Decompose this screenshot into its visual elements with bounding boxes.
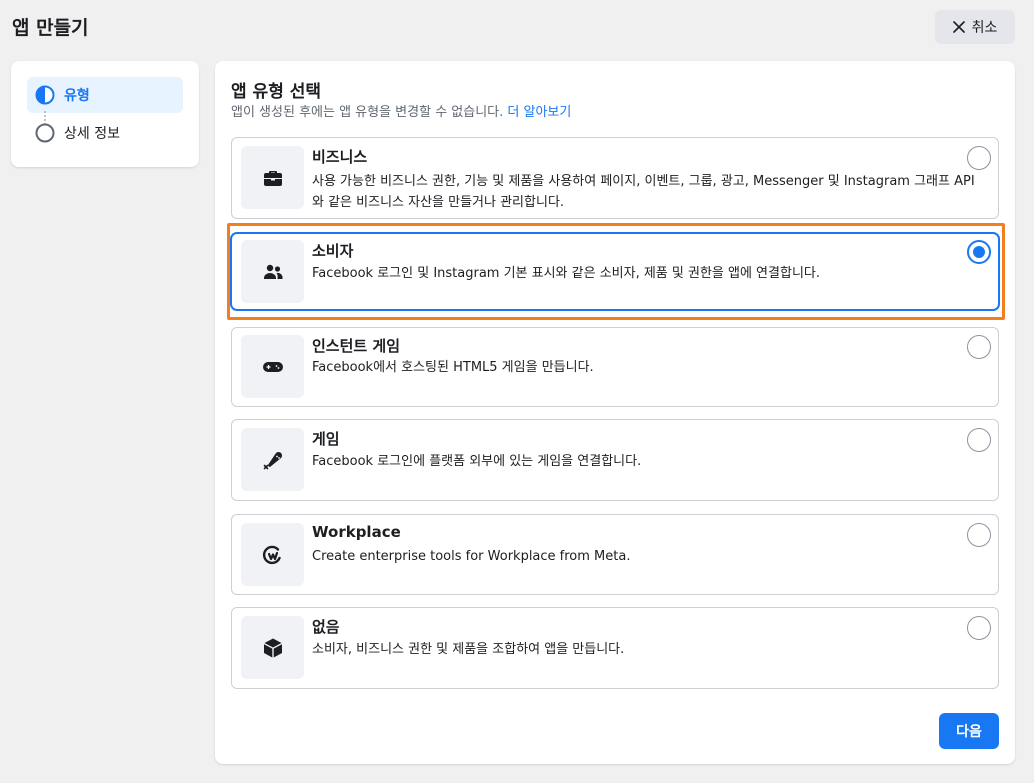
app-type-card: 앱 유형 선택 앱이 생성된 후에는 앱 유형을 변경할 수 없습니다. 더 알… (215, 61, 1015, 764)
close-icon (952, 21, 965, 33)
option-title: 인스턴트 게임 (312, 337, 401, 355)
stepper: 유형 상세 정보 (11, 61, 199, 167)
option-description: 사용 가능한 비즈니스 권한, 기능 및 제품을 사용하여 페이지, 이벤트, … (312, 174, 975, 210)
step-type[interactable]: 유형 (27, 77, 183, 113)
option-consumer[interactable]: 소비자 Facebook 로그인 및 Instagram 기본 표시와 같은 소… (231, 233, 999, 310)
page-title: 앱 만들기 (12, 17, 89, 39)
option-radio[interactable] (967, 335, 991, 359)
option-icon-box (241, 428, 304, 491)
cancel-button[interactable]: 취소 (935, 10, 1015, 44)
option-icon-box (241, 240, 304, 303)
step-details-label: 상세 정보 (64, 126, 120, 142)
option-description: Facebook 로그인에 플랫폼 외부에 있는 게임을 연결합니다. (312, 454, 642, 469)
section-title: 앱 유형 선택 (231, 82, 322, 102)
step-type-label: 유형 (64, 88, 90, 104)
option-radio[interactable] (967, 523, 991, 547)
option-description: Create enterprise tools for Workplace fr… (312, 549, 631, 564)
option-games[interactable]: 게임 Facebook 로그인에 플랫폼 외부에 있는 게임을 연결합니다. (231, 419, 999, 501)
option-icon-box (241, 523, 304, 586)
option-description: 소비자, 비즈니스 권한 및 제품을 조합하여 앱을 만듭니다. (312, 642, 625, 657)
option-title: 소비자 (312, 242, 354, 260)
cube-icon (263, 638, 282, 657)
cancel-label: 취소 (971, 20, 998, 36)
option-radio[interactable] (967, 616, 991, 640)
option-title: Workplace (312, 523, 401, 541)
option-radio[interactable] (967, 240, 991, 264)
option-business[interactable]: 비즈니스 사용 가능한 비즈니스 권한, 기능 및 제품을 사용하여 페이지, … (231, 137, 999, 219)
section-subtitle: 앱이 생성된 후에는 앱 유형을 변경할 수 없습니다. 더 알아보기 (231, 101, 571, 120)
subtitle-text: 앱이 생성된 후에는 앱 유형을 변경할 수 없습니다. (231, 105, 504, 120)
half-circle-icon (35, 85, 55, 105)
option-radio[interactable] (967, 428, 991, 452)
option-workplace[interactable]: Workplace Create enterprise tools for Wo… (231, 514, 999, 595)
option-icon-box (241, 616, 304, 679)
option-title: 없음 (312, 618, 340, 636)
briefcase-icon (263, 170, 282, 186)
gamepad-icon (262, 361, 283, 372)
option-description: Facebook 로그인 및 Instagram 기본 표시와 같은 소비자, … (312, 266, 820, 281)
option-none[interactable]: 없음 소비자, 비즈니스 권한 및 제품을 조합하여 앱을 만듭니다. (231, 607, 999, 689)
option-radio[interactable] (967, 146, 991, 170)
option-icon-box (241, 146, 304, 209)
option-description: Facebook에서 호스팅된 HTML5 게임을 만듭니다. (312, 360, 594, 375)
option-instant-games[interactable]: 인스턴트 게임 Facebook에서 호스팅된 HTML5 게임을 만듭니다. (231, 327, 999, 407)
option-title: 비즈니스 (312, 148, 368, 166)
step-details[interactable]: 상세 정보 (27, 115, 183, 151)
empty-circle-icon (35, 123, 55, 143)
game-controller-icon (263, 451, 282, 469)
option-title: 게임 (312, 430, 340, 448)
learn-more-link[interactable]: 더 알아보기 (507, 105, 571, 120)
option-icon-box (241, 335, 304, 398)
next-button[interactable]: 다음 (939, 713, 999, 749)
workplace-icon (262, 545, 281, 564)
people-icon (263, 264, 283, 279)
